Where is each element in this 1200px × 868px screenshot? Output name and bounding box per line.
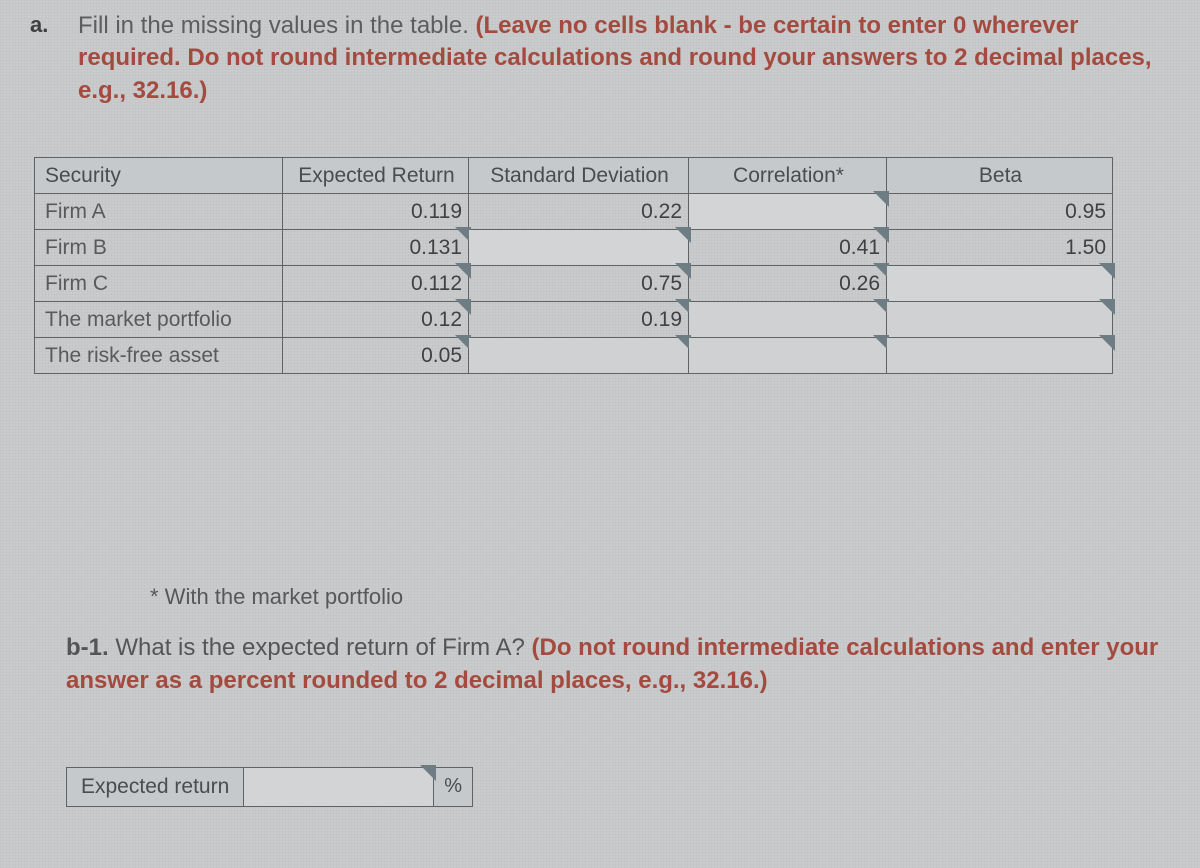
part-a-label: a. — [30, 10, 54, 38]
expected-return-cell: 0.12 — [283, 302, 469, 338]
security-name: Firm B — [35, 230, 283, 266]
table-row: Firm C0.1120.750.26 — [35, 266, 1113, 302]
security-name: Firm C — [35, 266, 283, 302]
std-dev-cell: 0.75 — [469, 266, 689, 302]
correlation-input — [689, 338, 887, 374]
beta-input — [887, 338, 1113, 374]
part-b1-prompt: b-1. What is the expected return of Firm… — [66, 632, 1170, 697]
beta-input[interactable] — [887, 266, 1113, 302]
input-marker-icon — [1099, 299, 1115, 315]
table-row: Firm B0.131 0.411.50 — [35, 230, 1113, 266]
expected-return-cell: 0.119 — [283, 194, 469, 230]
table-header-row: Security Expected Return Standard Deviat… — [35, 158, 1113, 194]
part-b1-label: b-1. — [66, 634, 109, 661]
answer-unit: % — [434, 767, 473, 807]
part-a-prompt: a. Fill in the missing values in the tab… — [30, 10, 1170, 107]
answer-label: Expected return — [66, 767, 244, 807]
input-marker-icon — [1099, 263, 1115, 279]
expected-return-input[interactable] — [244, 767, 434, 807]
col-beta: Beta — [887, 158, 1113, 194]
std-dev-cell: 0.22 — [469, 194, 689, 230]
correlation-input[interactable] — [689, 194, 887, 230]
part-a-text: Fill in the missing values in the table.… — [78, 10, 1170, 107]
input-marker-icon — [1099, 335, 1115, 351]
security-name: The market portfolio — [35, 302, 283, 338]
col-std-dev: Standard Deviation — [469, 158, 689, 194]
input-marker-icon — [873, 227, 889, 243]
security-name: The risk-free asset — [35, 338, 283, 374]
prompt-lead: Fill in the missing values in the table. — [78, 12, 469, 39]
table-row: Firm A0.1190.22 0.95 — [35, 194, 1113, 230]
std-dev-input[interactable] — [469, 230, 689, 266]
correlation-cell: 0.26 — [689, 266, 887, 302]
std-dev-input — [469, 338, 689, 374]
part-b1-question: What is the expected return of Firm A? — [109, 634, 532, 661]
expected-return-cell: 0.131 — [283, 230, 469, 266]
correlation-cell: 0.41 — [689, 230, 887, 266]
input-marker-icon — [873, 191, 889, 207]
page: a. Fill in the missing values in the tab… — [0, 0, 1200, 868]
col-expected-return: Expected Return — [283, 158, 469, 194]
table-body: Firm A0.1190.220.95Firm B0.1310.411.50Fi… — [35, 194, 1113, 374]
col-correlation: Correlation* — [689, 158, 887, 194]
securities-table: Security Expected Return Standard Deviat… — [34, 157, 1113, 374]
input-marker-icon — [420, 765, 436, 781]
beta-cell: 1.50 — [887, 230, 1113, 266]
beta-cell: 0.95 — [887, 194, 1113, 230]
col-security: Security — [35, 158, 283, 194]
table-footnote: * With the market portfolio — [150, 584, 1170, 610]
correlation-input — [689, 302, 887, 338]
security-name: Firm A — [35, 194, 283, 230]
expected-return-answer: Expected return % — [66, 767, 1170, 807]
table-row: The risk-free asset0.05 — [35, 338, 1113, 374]
expected-return-cell: 0.05 — [283, 338, 469, 374]
table-row: The market portfolio0.120.19 — [35, 302, 1113, 338]
beta-input — [887, 302, 1113, 338]
std-dev-cell: 0.19 — [469, 302, 689, 338]
expected-return-cell: 0.112 — [283, 266, 469, 302]
